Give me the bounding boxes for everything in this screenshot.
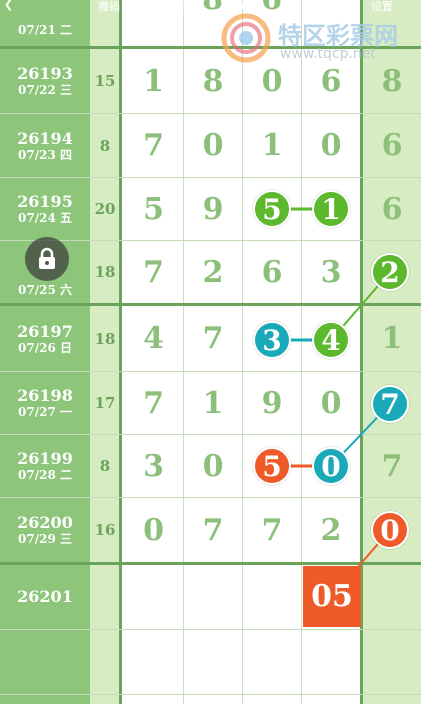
site-logo-icon	[221, 13, 271, 63]
watermark: 特区彩票网 www.tqcp.net	[218, 12, 418, 68]
ball-green: 2	[371, 253, 409, 291]
ball-green: 5	[253, 190, 291, 228]
ball-orange: 5	[253, 447, 291, 485]
ball-teal: 3	[253, 321, 291, 359]
ball-teal: 7	[371, 385, 409, 423]
ball-green: 1	[312, 190, 350, 228]
ball-teal: 0	[312, 447, 350, 485]
ball-orange: 0	[371, 511, 409, 549]
lock-icon	[39, 247, 55, 269]
prediction-box[interactable]: 05	[303, 566, 361, 627]
lock-button[interactable]	[25, 237, 69, 281]
trend-chart-screen: ❮ 撤销 清除 分享 保存 设置 07/21 二 8 6 26193 07/22…	[0, 0, 421, 704]
ball-green: 4	[312, 321, 350, 359]
watermark-url: www.tqcp.net	[280, 46, 376, 62]
